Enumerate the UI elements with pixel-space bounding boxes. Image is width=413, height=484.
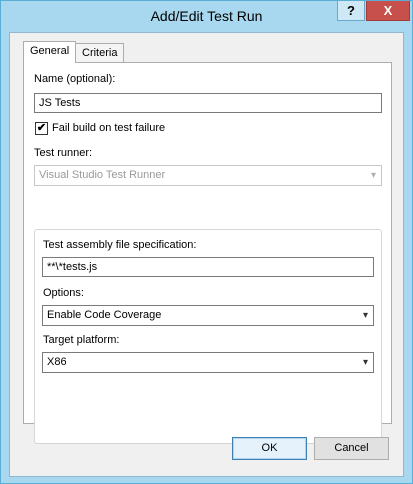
help-button[interactable]: ? xyxy=(337,1,365,21)
options-label: Options: xyxy=(43,287,84,299)
test-runner-label: Test runner: xyxy=(34,147,93,159)
fail-build-label: Fail build on test failure xyxy=(52,122,166,134)
fail-build-checkbox[interactable]: ✔ xyxy=(35,122,48,135)
target-platform-label: Target platform: xyxy=(43,334,120,346)
close-button[interactable]: X xyxy=(366,1,410,21)
ok-button[interactable]: OK xyxy=(232,437,307,460)
assembly-spec-input[interactable]: **\*tests.js xyxy=(42,257,374,277)
dialog-client-area: General Criteria Name (optional): JS Tes… xyxy=(9,32,404,477)
target-platform-select[interactable]: X86 ▾ xyxy=(42,352,374,373)
name-input[interactable]: JS Tests xyxy=(34,93,382,113)
checkmark-icon: ✔ xyxy=(36,122,47,134)
title-bar[interactable]: Add/Edit Test Run ? X xyxy=(1,1,412,31)
cancel-button[interactable]: Cancel xyxy=(314,437,389,460)
options-select[interactable]: Enable Code Coverage ▾ xyxy=(42,305,374,326)
tab-criteria[interactable]: Criteria xyxy=(75,43,125,63)
assembly-spec-label: Test assembly file specification: xyxy=(43,239,197,251)
test-runner-select: Visual Studio Test Runner ▾ xyxy=(34,165,382,186)
dialog-window: Add/Edit Test Run ? X General Criteria N… xyxy=(0,0,413,484)
test-runner-value: Visual Studio Test Runner xyxy=(39,169,166,181)
target-platform-value: X86 xyxy=(47,356,67,368)
tab-general[interactable]: General xyxy=(23,41,77,63)
general-tab-panel: Name (optional): JS Tests ✔ Fail build o… xyxy=(23,62,392,444)
chevron-down-icon: ▾ xyxy=(362,310,368,321)
chevron-down-icon: ▾ xyxy=(370,170,376,181)
test-runner-settings-group: Test assembly file specification: **\*te… xyxy=(34,229,382,444)
chevron-down-icon: ▾ xyxy=(362,357,368,368)
name-label: Name (optional): xyxy=(34,73,116,85)
options-value: Enable Code Coverage xyxy=(47,309,162,321)
